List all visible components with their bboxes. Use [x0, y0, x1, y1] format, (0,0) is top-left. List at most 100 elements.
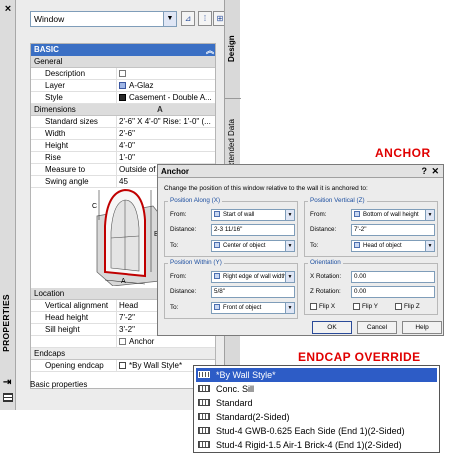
toggle-pickadd-icon[interactable]: ⁞ [198, 11, 212, 26]
category-general[interactable]: General [31, 56, 215, 68]
wall-icon [214, 273, 220, 280]
property-row[interactable]: Layer A-Glaz [31, 80, 215, 92]
along-from-dropdown[interactable]: Start of wall ▼ [211, 209, 295, 221]
vertical-to-dropdown[interactable]: Head of object ▼ [351, 240, 435, 252]
endcap-option[interactable]: Standard [196, 396, 437, 410]
object-icon [354, 242, 360, 249]
group-position-within: Position Within (Y) From: Right edge of … [164, 259, 298, 319]
property-name: Sill height [45, 325, 80, 334]
property-row[interactable]: Anchor [31, 336, 215, 348]
wall-icon [354, 211, 360, 218]
cancel-button[interactable]: Cancel [357, 321, 397, 334]
property-value[interactable]: 2'-6" [116, 128, 215, 139]
chevron-down-icon: ▼ [285, 210, 294, 220]
category-dimensions[interactable]: Dimensions A [31, 104, 215, 116]
tab-design[interactable]: Design [227, 35, 236, 62]
property-row[interactable]: Description [31, 68, 215, 80]
endcap-option-label: Standard [216, 398, 253, 408]
help-icon[interactable]: ? [422, 165, 428, 178]
flip-z-checkbox[interactable]: Flip Z [395, 303, 420, 310]
anchor-callout: ANCHOR [375, 146, 431, 160]
endcap-option[interactable]: Conc. Sill [196, 382, 437, 396]
endcap-icon [198, 441, 210, 448]
chevron-down-icon: ▼ [285, 272, 294, 282]
property-row[interactable]: Style Casement - Double A... [31, 92, 215, 104]
anchor-icon [119, 338, 126, 346]
endcap-dropdown-list: *By Wall Style* Conc. Sill Standard Standar… [193, 365, 440, 453]
property-value[interactable]: 2'-6" X 4'-0" Rise: 1'-0" (... [116, 116, 215, 127]
tab-divider [225, 98, 241, 99]
quick-select-icon[interactable]: ⊿ [181, 11, 195, 26]
palette-title-bar[interactable]: × PROPERTIES ⇥ [0, 0, 16, 410]
dialog-title-bar[interactable]: Anchor ? ✕ [158, 165, 443, 178]
category-endcaps[interactable]: Endcaps [31, 348, 215, 360]
property-name: Layer [45, 81, 66, 90]
property-row[interactable]: AWidth 2'-6" [31, 128, 215, 140]
property-value[interactable]: A-Glaz [116, 80, 215, 91]
property-name: Swing angle [45, 177, 89, 186]
anchor-dialog: Anchor ? ✕ Change the position of this w… [157, 164, 444, 336]
endcap-icon [198, 399, 210, 406]
endcap-option[interactable]: Standard(2-Sided) [196, 410, 437, 424]
property-value[interactable]: Anchor [116, 336, 215, 347]
endcap-icon [198, 385, 210, 392]
property-row[interactable]: Opening endcap *By Wall Style* [31, 360, 215, 372]
object-type-dropdown[interactable]: Window ▼ [30, 11, 177, 27]
chevron-down-icon: ▼ [425, 210, 434, 220]
endcap-icon [119, 362, 126, 370]
property-name: CRise [45, 153, 62, 162]
within-to-dropdown[interactable]: Front of object ▼ [211, 302, 295, 314]
endcap-icon [198, 427, 210, 434]
vertical-from-dropdown[interactable]: Bottom of wall height ▼ [351, 209, 435, 221]
property-row[interactable]: CRise 1'-0" [31, 152, 215, 164]
property-name: BHeight [45, 141, 69, 150]
close-icon[interactable]: ✕ [431, 165, 439, 178]
endcap-option[interactable]: *By Wall Style* [196, 368, 437, 382]
endcap-option-label: Conc. Sill [216, 384, 255, 394]
group-position-along: Position Along (X) From: Start of wall ▼ … [164, 197, 298, 257]
style-icon [119, 94, 126, 102]
property-value[interactable]: Casement - Double A... [116, 92, 215, 103]
property-name: AWidth [45, 129, 66, 138]
diagram-label-a: A [121, 278, 126, 285]
along-to-dropdown[interactable]: Center of object ▼ [211, 240, 295, 252]
property-value[interactable]: 4'-0" [116, 140, 215, 151]
property-value[interactable] [116, 68, 215, 79]
object-type-value: Window [34, 14, 65, 24]
ok-button[interactable]: OK [312, 321, 352, 334]
within-from-dropdown[interactable]: Right edge of wall width ▼ [211, 271, 295, 283]
x-rotation-input[interactable]: 0.00 [351, 271, 435, 283]
property-row[interactable]: BHeight 4'-0" [31, 140, 215, 152]
chevron-down-icon: ▼ [285, 303, 294, 313]
vertical-distance-input[interactable]: 7'-2" [351, 224, 435, 236]
dialog-description: Change the position of this window relat… [164, 185, 368, 192]
properties-menu-icon[interactable] [3, 393, 13, 402]
property-row[interactable]: Standard sizes 2'-6" X 4'-0" Rise: 1'-0" … [31, 116, 215, 128]
endcap-option-label: Stud-4 GWB-0.625 Each Side (End 1)(2-Sid… [216, 426, 405, 436]
z-rotation-input[interactable]: 0.00 [351, 286, 435, 298]
endcap-option-label: *By Wall Style* [216, 370, 276, 380]
dimension-font-icon[interactable]: A [157, 104, 163, 116]
chevron-down-icon[interactable]: ▼ [163, 12, 176, 26]
endcap-override-callout: ENDCAP OVERRIDE [298, 350, 421, 364]
chevron-down-icon: ▼ [285, 241, 294, 251]
endcap-option[interactable]: Stud-4 Rigid-1.5 Air-1 Brick-4 (End 1)(2… [196, 438, 437, 452]
close-icon[interactable]: × [2, 3, 14, 15]
help-button[interactable]: Help [402, 321, 442, 334]
dialog-title: Anchor [161, 167, 189, 176]
group-position-vertical: Position Vertical (Z) From: Bottom of wa… [304, 197, 438, 257]
property-value[interactable]: 1'-0" [116, 152, 215, 163]
palette-title: PROPERTIES [1, 294, 11, 352]
flip-y-checkbox[interactable]: Flip Y [353, 303, 378, 310]
endcap-option-label: Standard(2-Sided) [216, 412, 290, 422]
layer-icon [119, 82, 126, 90]
auto-hide-icon[interactable]: ⇥ [3, 377, 11, 388]
endcap-option[interactable]: Stud-4 GWB-0.625 Each Side (End 1)(2-Sid… [196, 424, 437, 438]
section-basic-header[interactable]: BASIC ︽ [31, 44, 215, 56]
property-name: Standard sizes [45, 117, 98, 126]
along-distance-input[interactable]: 2-3 11/16" [211, 224, 295, 236]
within-distance-input[interactable]: 5/8" [211, 286, 295, 298]
palette-toolbar: Window ▼ ⊿ ⁞ ⊞ [16, 0, 227, 34]
property-name: Opening endcap [45, 361, 104, 370]
flip-x-checkbox[interactable]: Flip X [310, 303, 335, 310]
